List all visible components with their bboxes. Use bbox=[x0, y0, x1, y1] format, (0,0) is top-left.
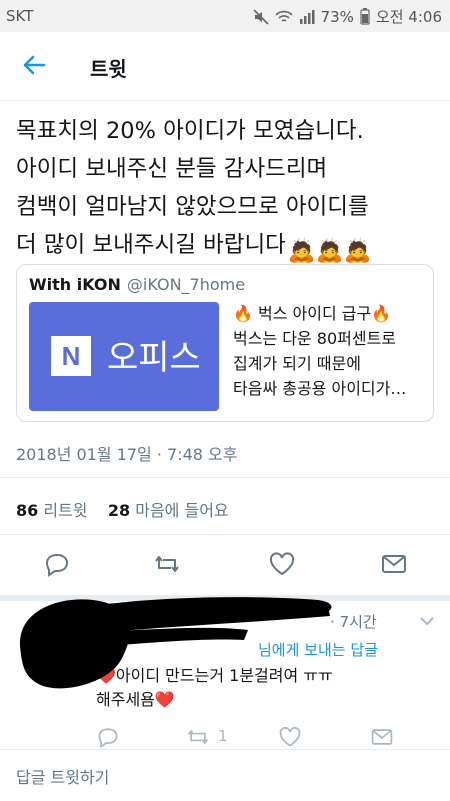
reply-icon[interactable] bbox=[43, 550, 71, 578]
battery-icon bbox=[360, 8, 370, 25]
like-heart-icon[interactable] bbox=[268, 550, 296, 578]
clock: 오전 4:06 bbox=[375, 8, 442, 26]
retweet-icon[interactable] bbox=[153, 550, 181, 578]
tweet-timestamp: 2018년 01월 17일 · 7:48 오후 bbox=[16, 445, 238, 464]
direct-message-icon[interactable] bbox=[380, 550, 408, 578]
direct-message-icon[interactable] bbox=[370, 725, 394, 749]
quote-author: With iKON @iKON_7home bbox=[29, 275, 245, 294]
wifi-icon bbox=[275, 10, 293, 22]
retweets-label: 리트윗 bbox=[43, 501, 88, 520]
quote-line: 타음싸 총공용 아이디가… bbox=[233, 379, 407, 398]
retweets-stat[interactable]: 86 리트윗 bbox=[16, 501, 88, 520]
quote-line: 벅스는 다운 80퍼센트로 bbox=[233, 329, 397, 348]
quote-author-handle: @iKON_7home bbox=[126, 275, 246, 294]
likes-count: 28 bbox=[107, 501, 131, 520]
retweet-icon[interactable] bbox=[186, 725, 210, 749]
reply-icon[interactable] bbox=[96, 725, 120, 749]
reply-compose-placeholder[interactable]: 답글 트윗하기 bbox=[16, 764, 109, 788]
quote-line: 집계가 되기 때문에 bbox=[233, 354, 361, 373]
mute-icon bbox=[253, 8, 269, 25]
tweet-stats: 86 리트윗 28 마음에 들어요 bbox=[16, 497, 229, 521]
signal-icon bbox=[299, 9, 315, 24]
carrier-label: SKT bbox=[6, 7, 34, 25]
quoted-tweet-card[interactable]: With iKON @iKON_7home N 오피스 🔥 벅스 아이디 급구🔥 … bbox=[16, 264, 434, 422]
quote-author-name: With iKON bbox=[29, 275, 121, 294]
like-heart-icon[interactable] bbox=[278, 725, 302, 749]
tweet-text: 목표치의 20% 아이디가 모였습니다. 아이디 보내주신 분들 감사드리며 컴… bbox=[16, 112, 442, 270]
quote-body: 🔥 벅스 아이디 급구🔥 벅스는 다운 80퍼센트로 집계가 되기 때문에 타음… bbox=[233, 301, 425, 401]
header: 트윗 bbox=[0, 32, 450, 101]
status-icons: 73% 오전 4:06 bbox=[253, 6, 442, 27]
quote-line: 🔥 벅스 아이디 급구🔥 bbox=[233, 304, 392, 323]
reply-retweet-count: 1 bbox=[218, 727, 228, 745]
thumbnail-label: 오피스 bbox=[107, 338, 201, 378]
status-bar: SKT 73% 오전 4:06 bbox=[0, 0, 450, 32]
chevron-down-icon[interactable] bbox=[418, 612, 436, 630]
battery-percent: 73% bbox=[320, 7, 354, 26]
likes-stat[interactable]: 28 마음에 들어요 bbox=[108, 501, 229, 520]
redaction-scribble bbox=[19, 597, 332, 689]
retweets-count: 86 bbox=[16, 501, 39, 520]
back-arrow-icon[interactable] bbox=[18, 50, 54, 80]
likes-label: 마음에 들어요 bbox=[135, 501, 229, 520]
reply-compose-bar[interactable]: 답글 트윗하기 bbox=[0, 749, 450, 801]
page-title: 트윗 bbox=[90, 57, 127, 81]
naver-n-logo: N bbox=[51, 336, 91, 376]
divider bbox=[0, 477, 450, 478]
divider bbox=[0, 534, 450, 535]
quote-thumbnail: N 오피스 bbox=[29, 302, 219, 411]
